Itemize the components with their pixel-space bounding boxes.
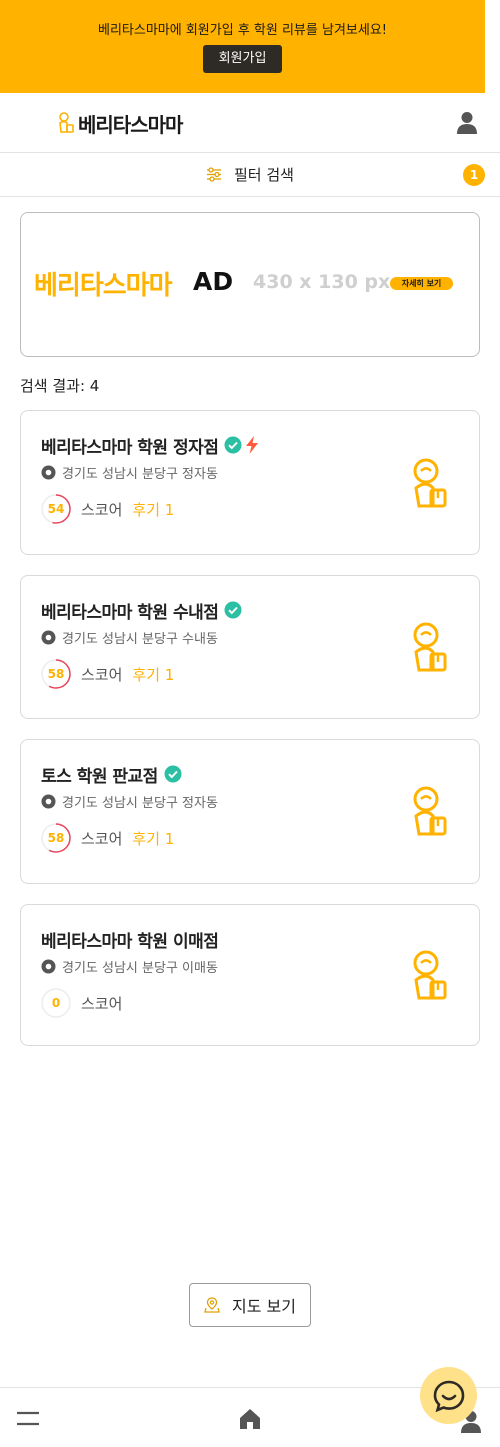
academy-address: 경기도 성남시 분당구 수내동 bbox=[62, 631, 218, 647]
academy-card[interactable]: 베리타스마마 학원 이매점 경기도 성남시 분당구 이매동 0 스코어 bbox=[20, 904, 480, 1046]
app-header: 베리타스마마 bbox=[0, 93, 500, 153]
filter-search-button[interactable]: 필터 검색 bbox=[206, 163, 294, 185]
academy-thumbnail-icon bbox=[413, 458, 447, 508]
user-icon[interactable] bbox=[456, 111, 478, 135]
logo[interactable]: 베리타스마마 bbox=[58, 111, 183, 137]
location-pin-icon bbox=[41, 630, 56, 644]
score-value: 54 bbox=[47, 502, 65, 516]
ad-more-button[interactable]: 자세히 보기 bbox=[390, 277, 453, 290]
map-view-button[interactable]: 지도 보기 bbox=[189, 1283, 311, 1327]
academy-address: 경기도 성남시 분당구 정자동 bbox=[62, 795, 218, 811]
score-label: 스코어 bbox=[81, 829, 123, 848]
academy-title: 베리타스마마 학원 정자점 bbox=[41, 437, 219, 458]
search-result-count: 검색 결과: 4 bbox=[20, 377, 100, 395]
signup-button[interactable]: 회원가입 bbox=[203, 45, 282, 73]
filter-bar: 필터 검색 1 bbox=[0, 153, 500, 197]
review-count[interactable]: 후기 1 bbox=[132, 664, 174, 685]
ad-size-text: 430 x 130 px bbox=[253, 271, 391, 293]
filter-search-label: 필터 검색 bbox=[234, 165, 294, 184]
academy-title: 토스 학원 판교점 bbox=[41, 766, 158, 787]
verified-icon bbox=[224, 601, 242, 619]
sliders-icon bbox=[207, 167, 221, 182]
ad-label: AD bbox=[193, 267, 234, 296]
score-value: 58 bbox=[47, 831, 65, 845]
review-count[interactable]: 후기 1 bbox=[132, 828, 174, 849]
signup-promo-banner: 베리타스마마에 회원가입 후 학원 리뷰를 남겨보세요! 회원가입 bbox=[0, 0, 485, 93]
academy-address: 경기도 성남시 분당구 이매동 bbox=[62, 960, 218, 976]
score-label: 스코어 bbox=[81, 500, 123, 519]
score-label: 스코어 bbox=[81, 994, 123, 1013]
score-value: 0 bbox=[51, 996, 61, 1010]
home-icon[interactable] bbox=[238, 1407, 262, 1431]
map-view-label: 지도 보기 bbox=[232, 1297, 296, 1316]
ad-brand-text: 베리타스마마 bbox=[34, 271, 173, 301]
chat-smile-icon bbox=[433, 1380, 464, 1412]
review-count[interactable]: 후기 1 bbox=[132, 499, 174, 520]
academy-thumbnail-icon bbox=[413, 950, 447, 1000]
promo-text: 베리타스마마에 회원가입 후 학원 리뷰를 남겨보세요! bbox=[98, 23, 387, 38]
filter-count-badge: 1 bbox=[463, 164, 485, 186]
score-label: 스코어 bbox=[81, 665, 123, 684]
verified-icon bbox=[224, 436, 242, 454]
mother-child-icon bbox=[59, 112, 74, 133]
academy-card[interactable]: 토스 학원 판교점 경기도 성남시 분당구 정자동 58 스코어 후기 1 bbox=[20, 739, 480, 884]
academy-card[interactable]: 베리타스마마 학원 정자점 경기도 성남시 분당구 정자동 54 스코어 후기 … bbox=[20, 410, 480, 555]
score-ring: 58 bbox=[41, 659, 71, 689]
ad-banner[interactable]: 베리타스마마 AD 430 x 130 px 자세히 보기 bbox=[20, 212, 480, 357]
academy-thumbnail-icon bbox=[413, 622, 447, 672]
logo-text: 베리타스마마 bbox=[78, 112, 183, 137]
academy-thumbnail-icon bbox=[413, 786, 447, 836]
academy-title: 베리타스마마 학원 수내점 bbox=[41, 602, 219, 623]
menu-icon[interactable] bbox=[17, 1411, 39, 1427]
score-ring: 58 bbox=[41, 823, 71, 853]
academy-address: 경기도 성남시 분당구 정자동 bbox=[62, 466, 218, 482]
map-pin-icon bbox=[204, 1297, 220, 1313]
score-ring: 54 bbox=[41, 494, 71, 524]
location-pin-icon bbox=[41, 465, 56, 479]
location-pin-icon bbox=[41, 959, 56, 973]
bolt-icon bbox=[246, 436, 259, 454]
academy-title: 베리타스마마 학원 이매점 bbox=[41, 931, 219, 952]
score-value: 58 bbox=[47, 667, 65, 681]
score-ring: 0 bbox=[41, 988, 71, 1018]
chat-button[interactable] bbox=[420, 1367, 477, 1424]
location-pin-icon bbox=[41, 794, 56, 808]
verified-icon bbox=[164, 765, 182, 783]
academy-card[interactable]: 베리타스마마 학원 수내점 경기도 성남시 분당구 수내동 58 스코어 후기 … bbox=[20, 575, 480, 719]
